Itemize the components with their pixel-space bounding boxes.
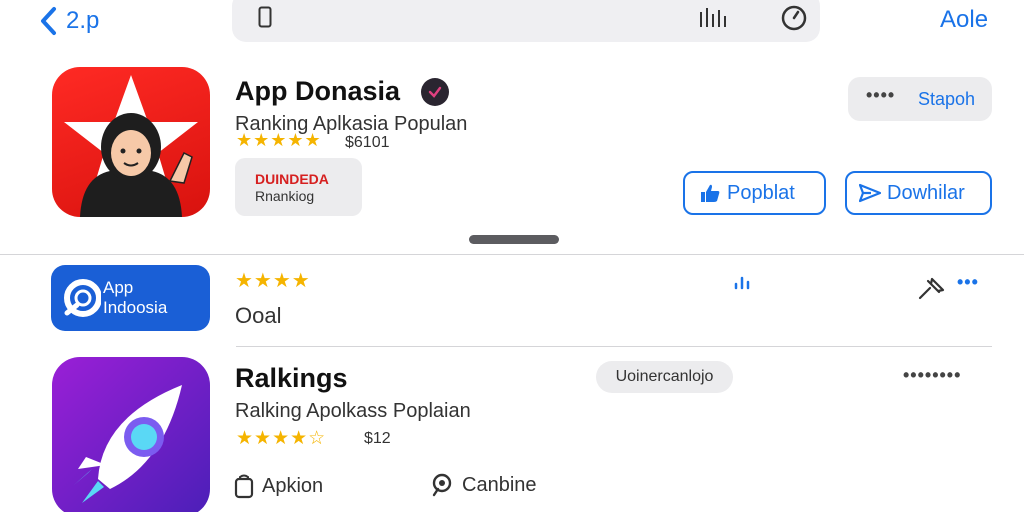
drag-handle[interactable] — [469, 235, 559, 244]
phone-icon — [258, 6, 272, 33]
price-label: $6101 — [345, 134, 390, 151]
more-dots: •••• — [866, 85, 896, 105]
signal-icon — [733, 274, 753, 295]
category-pill[interactable]: Uoinercanlojo — [596, 361, 733, 393]
chevron-left-icon — [41, 7, 56, 35]
app-title[interactable]: Ralkings — [235, 363, 348, 394]
ranking-chip-title: DUINDEDA — [255, 171, 329, 187]
action-apkion-label: Apkion — [262, 474, 324, 497]
app-subtitle: Ooal — [235, 303, 282, 328]
app-icon-ralkings[interactable] — [52, 357, 210, 512]
star-rating: ★★★★☆ — [236, 428, 327, 449]
app-icon-indoosia[interactable]: App Indoosia — [51, 265, 210, 331]
clock-icon[interactable] — [780, 5, 808, 37]
popular-button-label: Popblat — [727, 181, 795, 204]
divider — [0, 254, 1024, 255]
popular-button[interactable]: Popblat — [683, 171, 826, 215]
thumbs-up-icon — [701, 184, 720, 202]
app-subtitle: Ralking Apolkass Poplaian — [235, 400, 471, 422]
app-icon-line2: Indoosia — [103, 298, 168, 317]
app-icon-donasia-art — [64, 75, 198, 217]
star-rating: ★★★★ — [235, 270, 311, 292]
header-right-link[interactable]: Aole — [940, 6, 988, 34]
app-icon-donasia[interactable] — [52, 67, 210, 217]
bars-icon[interactable] — [698, 6, 728, 33]
price-label: $12 — [364, 430, 391, 447]
location-icon — [432, 473, 452, 497]
action-canbine-label: Canbine — [462, 473, 537, 496]
action-canbine[interactable]: Canbine — [430, 473, 537, 497]
swirl-logo-icon — [64, 279, 102, 317]
search-bar[interactable] — [232, 0, 820, 42]
send-icon — [859, 183, 881, 203]
search-button-label: Stapoh — [918, 89, 976, 109]
download-button[interactable]: Dowhilar — [845, 171, 992, 215]
star-rating: ★★★★★ — [236, 130, 322, 150]
bag-icon — [234, 474, 254, 499]
search-button[interactable]: •••• Stapoh — [848, 77, 992, 121]
app-icon-line1: App — [103, 278, 134, 297]
ranking-chip-label: Rnankiog — [255, 188, 315, 204]
divider — [236, 346, 992, 347]
back-button[interactable]: 2.p — [36, 4, 99, 38]
app-title[interactable]: App Donasia — [235, 76, 400, 107]
action-apkion[interactable]: Apkion — [234, 473, 323, 499]
more-button[interactable]: ••• — [957, 272, 979, 293]
ranking-chip[interactable]: DUINDEDA Rnankiog — [235, 158, 362, 216]
more-button[interactable]: •••••••• — [903, 365, 961, 386]
download-button-label: Dowhilar — [887, 181, 965, 204]
back-label: 2.p — [66, 7, 100, 34]
verified-icon — [421, 78, 449, 106]
pin-icon[interactable] — [918, 276, 946, 305]
rocket-icon — [74, 385, 182, 503]
